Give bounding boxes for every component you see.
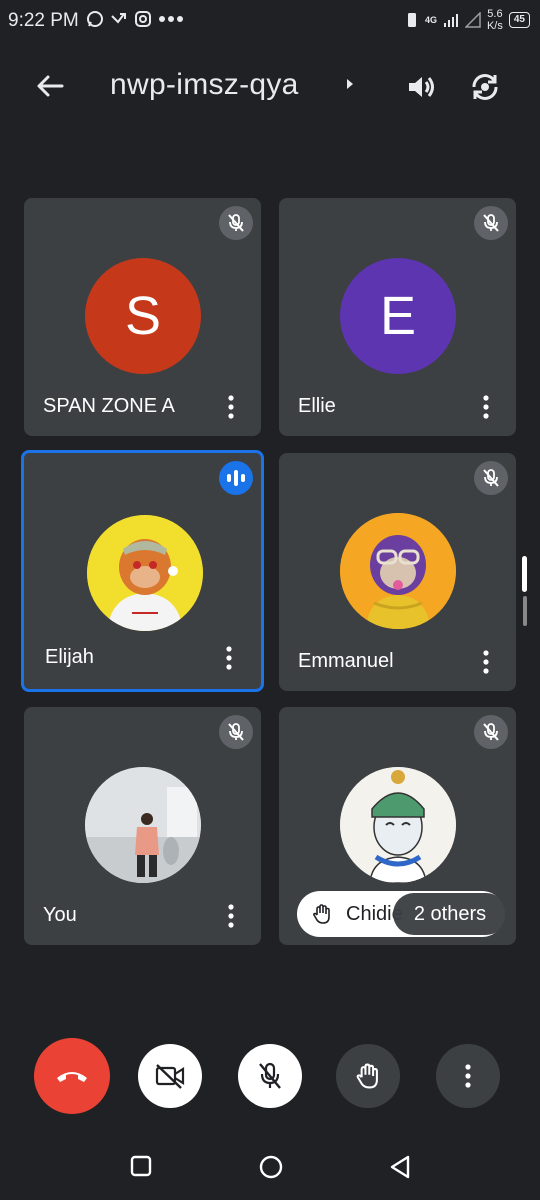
- more-vert-icon[interactable]: [219, 645, 239, 671]
- vibrate-icon: [407, 13, 416, 27]
- avatar-initial: E: [379, 286, 417, 346]
- instagram-icon: [135, 11, 151, 27]
- scrollbar-thumb[interactable]: [522, 556, 527, 592]
- avatar: E: [340, 258, 456, 374]
- participant-tile-active[interactable]: Elijah: [21, 450, 264, 692]
- mic-off-icon: [259, 1062, 281, 1089]
- participant-name: Ellie: [298, 395, 336, 417]
- whatsapp-icon: [87, 11, 103, 27]
- battery-level: 45: [508, 12, 530, 28]
- mic-off-icon: [219, 715, 253, 749]
- raise-hand-icon: [313, 904, 330, 924]
- missed-call-icon: [111, 13, 126, 24]
- chevron-right-icon[interactable]: [344, 74, 356, 94]
- raise-hand-icon: [356, 1063, 378, 1089]
- system-indicators: 4G 5.6 K/s 45: [405, 8, 530, 32]
- more-vert-icon[interactable]: [476, 394, 496, 420]
- participant-name: Emmanuel: [298, 650, 394, 672]
- avatar: [87, 515, 203, 631]
- more-vert-icon[interactable]: [221, 903, 241, 929]
- recents-icon[interactable]: [129, 1154, 153, 1178]
- avatar: S: [85, 258, 201, 374]
- signal-icon: [443, 14, 458, 27]
- avatar: [85, 767, 201, 883]
- mic-off-icon: [474, 461, 508, 495]
- avatar: [340, 767, 456, 883]
- participant-name: SPAN ZONE A: [43, 395, 175, 417]
- more-notifications-icon: [159, 16, 183, 22]
- participant-name: Elijah: [45, 646, 94, 668]
- camera-toggle-button[interactable]: [138, 1044, 202, 1108]
- participant-tile[interactable]: Emmanuel: [279, 453, 516, 691]
- avatar: [340, 513, 456, 629]
- participant-tile-self[interactable]: You: [24, 707, 261, 945]
- system-nav-bar: [0, 1136, 540, 1200]
- mic-off-icon: [219, 206, 253, 240]
- status-bar: 9:22 PM 4G 5.6 K/s 45: [0, 0, 540, 42]
- back-nav-icon[interactable]: [388, 1154, 412, 1180]
- more-vert-icon: [465, 1064, 471, 1088]
- net-speed: 5.6 K/s: [487, 8, 503, 32]
- raise-hand-button[interactable]: [336, 1044, 400, 1108]
- participant-name: You: [43, 904, 77, 926]
- net-speed-value: 5.6: [487, 8, 503, 20]
- end-call-button[interactable]: [34, 1038, 110, 1114]
- mic-off-icon: [474, 206, 508, 240]
- speaker-icon[interactable]: [404, 70, 438, 104]
- status-time: 9:22 PM: [8, 10, 79, 31]
- camera-off-icon: [155, 1064, 185, 1089]
- switch-camera-icon[interactable]: [468, 70, 502, 104]
- signal-empty-icon: [464, 12, 481, 28]
- more-vert-icon[interactable]: [221, 394, 241, 420]
- more-options-button[interactable]: [436, 1044, 500, 1108]
- avatar-initial: S: [124, 286, 162, 346]
- mic-toggle-button[interactable]: [238, 1044, 302, 1108]
- participant-tile[interactable]: E Ellie: [279, 198, 516, 436]
- arrow-left-icon[interactable]: [34, 70, 66, 102]
- net-speed-unit: K/s: [486, 20, 503, 32]
- others-count-badge[interactable]: 2 others: [393, 893, 507, 935]
- meeting-header: nwp-imsz-qya: [0, 60, 540, 116]
- more-vert-icon[interactable]: [476, 649, 496, 675]
- participant-tile[interactable]: S SPAN ZONE A: [24, 198, 261, 436]
- network-type: 4G: [424, 15, 437, 25]
- notification-icons: [86, 10, 184, 28]
- audio-level-icon: [219, 461, 253, 495]
- home-icon[interactable]: [258, 1154, 284, 1180]
- end-call-icon: [57, 1072, 87, 1082]
- scrollbar-track: [523, 596, 527, 626]
- mic-off-icon: [474, 715, 508, 749]
- meeting-code[interactable]: nwp-imsz-qya: [110, 68, 299, 102]
